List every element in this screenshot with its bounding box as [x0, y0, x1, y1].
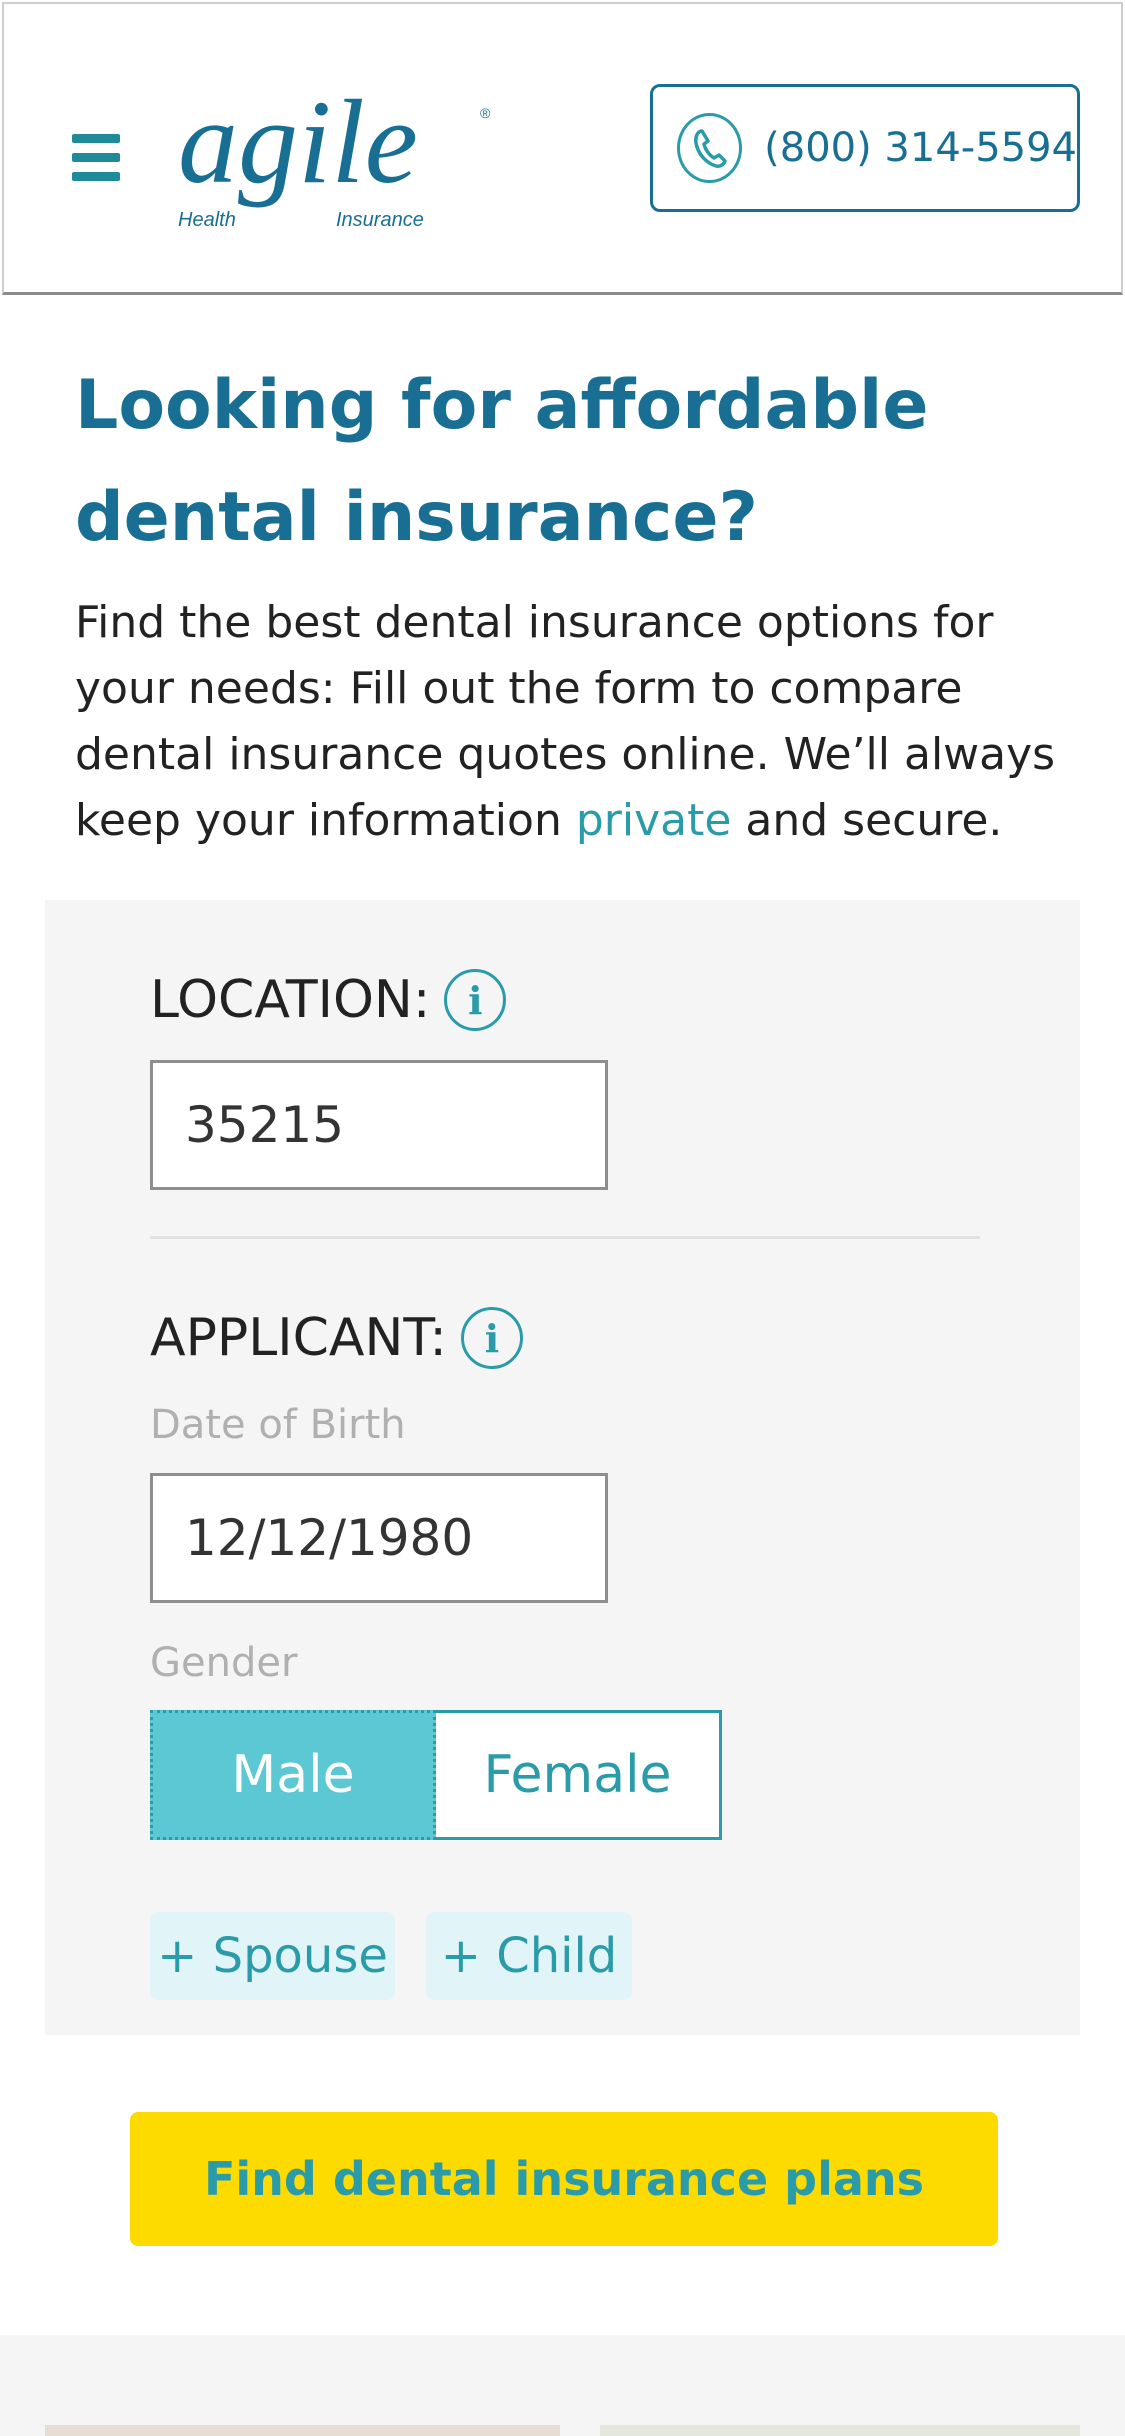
gender-female-button[interactable]: Female [436, 1710, 722, 1840]
location-label: LOCATION: [150, 970, 431, 1030]
testimonial-strip [0, 2335, 1125, 2436]
gender-caption: Gender [150, 1640, 298, 1686]
phone-number: (800) 314-5594 [764, 125, 1077, 171]
quote-form: LOCATION: i 35215 APPLICANT: i Date of B… [45, 900, 1080, 2035]
applicant-label: APPLICANT: [150, 1308, 447, 1368]
add-child-button[interactable]: + Child [426, 1912, 632, 2000]
agile-health-insurance-logo[interactable]: agile ® Health Insurance [174, 74, 504, 244]
date-of-birth-input[interactable]: 12/12/1980 [150, 1473, 608, 1603]
phone-icon [677, 113, 743, 183]
location-section-label: LOCATION: i [150, 940, 507, 1060]
call-phone-button[interactable]: (800) 314-5594 [650, 84, 1080, 212]
svg-text:agile: agile [178, 75, 418, 208]
gender-toggle: Male Female [150, 1710, 722, 1840]
menu-icon[interactable] [72, 134, 120, 182]
intro-paragraph: Find the best dental insurance options f… [75, 590, 1075, 854]
site-header: agile ® Health Insurance (800) 314-5594 [2, 2, 1123, 295]
testimonial-image [45, 2425, 560, 2436]
applicant-section-label: APPLICANT: i [150, 1278, 523, 1398]
dob-caption: Date of Birth [150, 1402, 406, 1448]
svg-text:®: ® [480, 105, 491, 121]
page-title: Looking for affordable dental insurance? [75, 366, 929, 557]
intro-text-end: and secure. [731, 795, 1003, 846]
gender-male-button[interactable]: Male [150, 1710, 436, 1840]
add-spouse-button[interactable]: + Spouse [150, 1912, 395, 2000]
info-icon[interactable]: i [460, 1307, 523, 1369]
section-divider [150, 1236, 980, 1239]
info-icon[interactable]: i [444, 969, 507, 1031]
svg-text:Insurance: Insurance [336, 209, 424, 231]
svg-text:Health: Health [178, 209, 236, 231]
logo-graphic: agile ® Health Insurance [178, 75, 491, 231]
zip-code-input[interactable]: 35215 [150, 1060, 608, 1190]
privacy-link[interactable]: private [576, 795, 732, 846]
find-plans-button[interactable]: Find dental insurance plans [130, 2112, 998, 2246]
testimonial-image [600, 2425, 1080, 2436]
